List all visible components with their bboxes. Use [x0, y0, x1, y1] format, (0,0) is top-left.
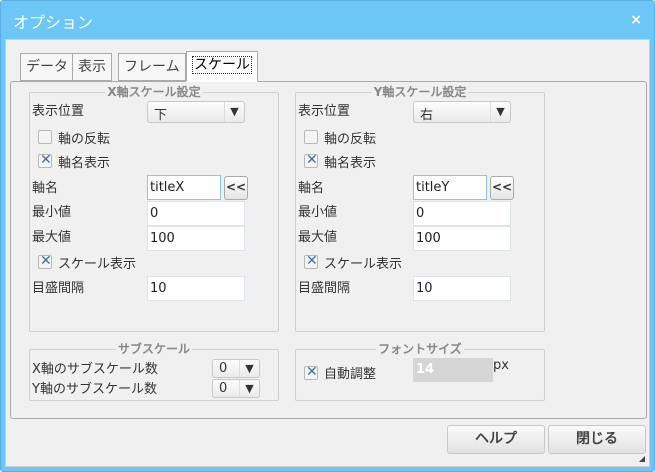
close-icon[interactable]: ×: [630, 12, 642, 28]
y-max-label: 最大値: [298, 230, 338, 245]
x-tick-label: 目盛間隔: [32, 281, 85, 296]
y-subscale-value: 0: [219, 381, 228, 396]
y-name-label: 軸名: [298, 181, 325, 196]
y-tick-input[interactable]: 10: [413, 276, 511, 301]
font-size-unit: px: [493, 358, 509, 373]
y-subscale-label: Y軸のサブスケール数: [32, 382, 157, 397]
x-name-insert-button[interactable]: <<: [224, 176, 248, 200]
chevron-down-icon: ▼: [224, 102, 244, 122]
tab-display-label: 表示: [78, 59, 106, 75]
resize-grip-icon[interactable]: [639, 456, 645, 462]
x-show-scale-checkbox[interactable]: [38, 253, 52, 269]
x-axis-scale-group: X軸スケール設定 表示位置 下 ▼ 軸の反転 軸名表示 軸名 titleX <<…: [29, 85, 279, 332]
y-name-insert-button[interactable]: <<: [490, 176, 514, 200]
y-max-input[interactable]: 100: [413, 226, 511, 251]
x-axis-group-title: X軸スケール設定: [105, 85, 203, 99]
y-tick-label: 目盛間隔: [298, 281, 351, 296]
y-axis-scale-group: Y軸スケール設定 表示位置 右 ▼ 軸の反転 軸名表示 軸名 titleY <<…: [295, 85, 545, 332]
y-show-name-checkbox[interactable]: [304, 152, 318, 168]
x-show-name-label: 軸名表示: [58, 156, 111, 171]
x-name-label: 軸名: [32, 181, 59, 196]
y-invert-checkbox[interactable]: [304, 130, 318, 144]
x-show-scale-label: スケール表示: [58, 257, 137, 272]
y-name-input[interactable]: titleY: [413, 175, 487, 200]
x-min-label: 最小値: [32, 205, 72, 220]
tab-frame[interactable]: フレーム: [118, 53, 186, 81]
x-max-input[interactable]: 100: [147, 226, 245, 251]
tab-display[interactable]: 表示: [72, 53, 112, 81]
y-axis-group-title: Y軸スケール設定: [371, 85, 469, 99]
x-position-select[interactable]: 下 ▼: [147, 101, 245, 123]
subscale-group-title: サブスケール: [115, 342, 192, 356]
font-size-group: フォントサイズ 自動調整 14 px: [295, 342, 545, 401]
tab-data[interactable]: データ: [20, 53, 74, 81]
x-subscale-label: X軸のサブスケール数: [32, 362, 158, 377]
dialog-title: オプション: [13, 13, 94, 32]
y-show-scale-label: スケール表示: [324, 257, 403, 272]
chevron-down-icon: ▼: [239, 380, 259, 397]
dialog-content: データ 表示 フレーム スケール X軸スケール設定 表示位置 下 ▼ 軸の反転 …: [5, 39, 650, 467]
tab-frame-label: フレーム: [124, 59, 180, 75]
y-position-select[interactable]: 右 ▼: [413, 101, 511, 123]
tab-scale[interactable]: スケール: [186, 51, 258, 82]
y-min-input[interactable]: 0: [413, 201, 511, 226]
help-button[interactable]: ヘルプ: [447, 425, 545, 454]
close-button[interactable]: 閉じる: [548, 425, 646, 454]
x-subscale-value: 0: [219, 361, 228, 376]
y-subscale-select[interactable]: 0 ▼: [212, 379, 260, 398]
x-min-input[interactable]: 0: [147, 201, 245, 226]
scale-tab-panel: X軸スケール設定 表示位置 下 ▼ 軸の反転 軸名表示 軸名 titleX <<…: [10, 81, 647, 419]
chevron-down-icon: ▼: [239, 360, 259, 377]
y-show-scale-checkbox[interactable]: [304, 253, 318, 269]
x-show-name-checkbox[interactable]: [38, 152, 52, 168]
x-subscale-select[interactable]: 0 ▼: [212, 359, 260, 378]
x-position-value: 下: [154, 108, 168, 123]
font-auto-label: 自動調整: [324, 367, 377, 382]
y-position-label: 表示位置: [298, 104, 351, 119]
x-name-input[interactable]: titleX: [147, 175, 221, 200]
y-min-label: 最小値: [298, 205, 338, 220]
x-max-label: 最大値: [32, 230, 72, 245]
x-invert-checkbox[interactable]: [38, 130, 52, 144]
title-bar[interactable]: オプション ×: [1, 1, 654, 39]
x-position-label: 表示位置: [32, 104, 85, 119]
subscale-group: サブスケール X軸のサブスケール数 0 ▼ Y軸のサブスケール数 0 ▼: [29, 342, 279, 401]
options-dialog: オプション × データ 表示 フレーム スケール X軸スケール設定 表示位置 下…: [0, 0, 655, 472]
y-invert-label: 軸の反転: [324, 132, 377, 147]
y-position-value: 右: [420, 108, 434, 123]
tab-scale-label: スケール: [192, 56, 252, 74]
chevron-down-icon: ▼: [490, 102, 510, 122]
font-auto-checkbox[interactable]: [304, 364, 318, 380]
x-tick-input[interactable]: 10: [147, 276, 245, 301]
y-show-name-label: 軸名表示: [324, 156, 377, 171]
x-invert-label: 軸の反転: [58, 132, 111, 147]
tab-data-label: データ: [26, 59, 68, 75]
font-size-input[interactable]: 14: [413, 358, 493, 382]
font-size-group-title: フォントサイズ: [376, 342, 464, 356]
